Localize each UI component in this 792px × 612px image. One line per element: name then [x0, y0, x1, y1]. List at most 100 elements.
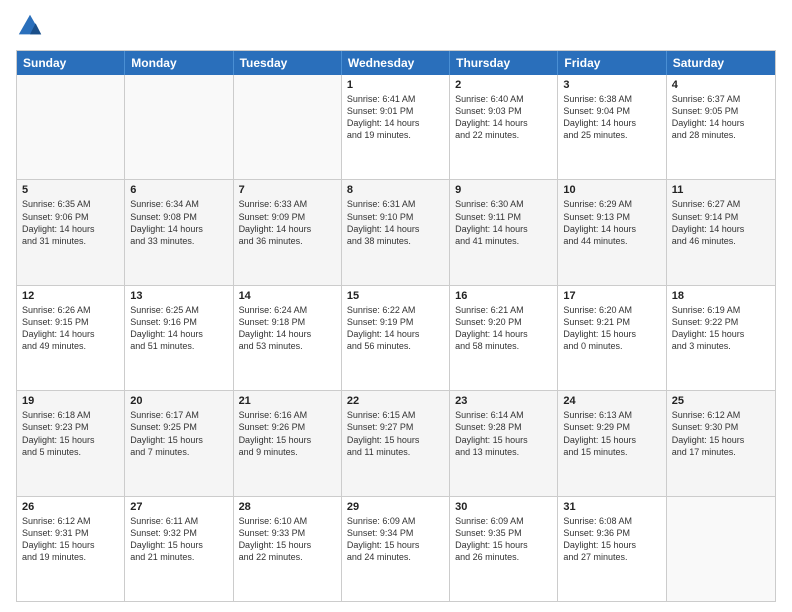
calendar-cell: 31 Sunrise: 6:08 AM Sunset: 9:36 PM Dayli…	[558, 497, 666, 601]
day-number: 18	[672, 290, 770, 302]
calendar-cell: 28Sunrise: 6:10 AM Sunset: 9:33 PM Dayli…	[234, 497, 342, 601]
calendar-cell	[17, 75, 125, 179]
day-info: Sunrise: 6:17 AM Sunset: 9:25 PM Dayligh…	[130, 409, 227, 458]
day-number: 12	[22, 290, 119, 302]
day-info: Sunrise: 6:31 AM Sunset: 9:10 PM Dayligh…	[347, 198, 444, 247]
day-info: Sunrise: 6:26 AM Sunset: 9:15 PM Dayligh…	[22, 304, 119, 353]
calendar-row: 19 Sunrise: 6:18 AM Sunset: 9:23 PM Dayli…	[17, 390, 775, 495]
page: SundayMondayTuesdayWednesdayThursdayFrid…	[0, 0, 792, 612]
calendar-row: 12 Sunrise: 6:26 AM Sunset: 9:15 PM Dayli…	[17, 285, 775, 390]
day-number: 1	[347, 79, 444, 91]
calendar-cell: 23 Sunrise: 6:14 AM Sunset: 9:28 PM Dayli…	[450, 391, 558, 495]
day-info: Sunrise: 6:11 AM Sunset: 9:32 PM Dayligh…	[130, 515, 227, 564]
day-number: 2	[455, 79, 552, 91]
day-info: Sunrise: 6:38 AM Sunset: 9:04 PM Dayligh…	[563, 93, 660, 142]
day-info: Sunrise: 6:27 AM Sunset: 9:14 PM Dayligh…	[672, 198, 770, 247]
day-info: Sunrise: 6:41 AM Sunset: 9:01 PM Dayligh…	[347, 93, 444, 142]
day-number: 25	[672, 395, 770, 407]
calendar-cell: 6Sunrise: 6:34 AM Sunset: 9:08 PM Daylig…	[125, 180, 233, 284]
day-number: 15	[347, 290, 444, 302]
calendar-row: 5 Sunrise: 6:35 AM Sunset: 9:06 PM Daylig…	[17, 179, 775, 284]
day-number: 5	[22, 184, 119, 196]
day-number: 27	[130, 501, 227, 513]
day-info: Sunrise: 6:20 AM Sunset: 9:21 PM Dayligh…	[563, 304, 660, 353]
calendar-cell: 21 Sunrise: 6:16 AM Sunset: 9:26 PM Dayli…	[234, 391, 342, 495]
calendar-cell: 29 Sunrise: 6:09 AM Sunset: 9:34 PM Dayli…	[342, 497, 450, 601]
day-number: 11	[672, 184, 770, 196]
day-number: 10	[563, 184, 660, 196]
calendar-cell	[667, 497, 775, 601]
calendar-cell: 22 Sunrise: 6:15 AM Sunset: 9:27 PM Dayli…	[342, 391, 450, 495]
day-info: Sunrise: 6:18 AM Sunset: 9:23 PM Dayligh…	[22, 409, 119, 458]
day-number: 14	[239, 290, 336, 302]
calendar-cell: 24 Sunrise: 6:13 AM Sunset: 9:29 PM Dayli…	[558, 391, 666, 495]
day-info: Sunrise: 6:14 AM Sunset: 9:28 PM Dayligh…	[455, 409, 552, 458]
day-number: 19	[22, 395, 119, 407]
weekday-header: Monday	[125, 51, 233, 75]
day-info: Sunrise: 6:35 AM Sunset: 9:06 PM Dayligh…	[22, 198, 119, 247]
day-number: 24	[563, 395, 660, 407]
calendar-cell: 15 Sunrise: 6:22 AM Sunset: 9:19 PM Dayli…	[342, 286, 450, 390]
day-number: 3	[563, 79, 660, 91]
day-info: Sunrise: 6:19 AM Sunset: 9:22 PM Dayligh…	[672, 304, 770, 353]
day-number: 28	[239, 501, 336, 513]
day-number: 23	[455, 395, 552, 407]
calendar-cell: 7 Sunrise: 6:33 AM Sunset: 9:09 PM Daylig…	[234, 180, 342, 284]
logo	[16, 12, 48, 40]
calendar-cell: 30 Sunrise: 6:09 AM Sunset: 9:35 PM Dayli…	[450, 497, 558, 601]
day-number: 21	[239, 395, 336, 407]
day-info: Sunrise: 6:25 AM Sunset: 9:16 PM Dayligh…	[130, 304, 227, 353]
calendar-cell: 16Sunrise: 6:21 AM Sunset: 9:20 PM Dayli…	[450, 286, 558, 390]
day-info: Sunrise: 6:09 AM Sunset: 9:35 PM Dayligh…	[455, 515, 552, 564]
day-number: 26	[22, 501, 119, 513]
day-info: Sunrise: 6:33 AM Sunset: 9:09 PM Dayligh…	[239, 198, 336, 247]
day-number: 31	[563, 501, 660, 513]
calendar-cell: 27 Sunrise: 6:11 AM Sunset: 9:32 PM Dayli…	[125, 497, 233, 601]
calendar-cell: 2Sunrise: 6:40 AM Sunset: 9:03 PM Daylig…	[450, 75, 558, 179]
calendar-cell: 25 Sunrise: 6:12 AM Sunset: 9:30 PM Dayli…	[667, 391, 775, 495]
calendar-cell: 17 Sunrise: 6:20 AM Sunset: 9:21 PM Dayli…	[558, 286, 666, 390]
day-number: 8	[347, 184, 444, 196]
day-number: 22	[347, 395, 444, 407]
calendar: SundayMondayTuesdayWednesdayThursdayFrid…	[16, 50, 776, 602]
calendar-cell: 26 Sunrise: 6:12 AM Sunset: 9:31 PM Dayli…	[17, 497, 125, 601]
day-number: 17	[563, 290, 660, 302]
day-info: Sunrise: 6:13 AM Sunset: 9:29 PM Dayligh…	[563, 409, 660, 458]
day-info: Sunrise: 6:24 AM Sunset: 9:18 PM Dayligh…	[239, 304, 336, 353]
day-number: 20	[130, 395, 227, 407]
day-number: 29	[347, 501, 444, 513]
calendar-cell: 20 Sunrise: 6:17 AM Sunset: 9:25 PM Dayli…	[125, 391, 233, 495]
day-info: Sunrise: 6:12 AM Sunset: 9:30 PM Dayligh…	[672, 409, 770, 458]
day-number: 7	[239, 184, 336, 196]
calendar-body: 1 Sunrise: 6:41 AM Sunset: 9:01 PM Daylig…	[17, 75, 775, 601]
calendar-cell: 10Sunrise: 6:29 AM Sunset: 9:13 PM Dayli…	[558, 180, 666, 284]
calendar-cell: 12 Sunrise: 6:26 AM Sunset: 9:15 PM Dayli…	[17, 286, 125, 390]
calendar-cell: 19 Sunrise: 6:18 AM Sunset: 9:23 PM Dayli…	[17, 391, 125, 495]
day-number: 16	[455, 290, 552, 302]
weekday-header: Friday	[558, 51, 666, 75]
calendar-row: 26 Sunrise: 6:12 AM Sunset: 9:31 PM Dayli…	[17, 496, 775, 601]
calendar-cell: 9Sunrise: 6:30 AM Sunset: 9:11 PM Daylig…	[450, 180, 558, 284]
calendar-cell: 11 Sunrise: 6:27 AM Sunset: 9:14 PM Dayli…	[667, 180, 775, 284]
day-info: Sunrise: 6:15 AM Sunset: 9:27 PM Dayligh…	[347, 409, 444, 458]
day-info: Sunrise: 6:12 AM Sunset: 9:31 PM Dayligh…	[22, 515, 119, 564]
day-number: 13	[130, 290, 227, 302]
weekday-header: Sunday	[17, 51, 125, 75]
calendar-cell: 1 Sunrise: 6:41 AM Sunset: 9:01 PM Daylig…	[342, 75, 450, 179]
calendar-header: SundayMondayTuesdayWednesdayThursdayFrid…	[17, 51, 775, 75]
weekday-header: Wednesday	[342, 51, 450, 75]
day-info: Sunrise: 6:22 AM Sunset: 9:19 PM Dayligh…	[347, 304, 444, 353]
calendar-cell: 18 Sunrise: 6:19 AM Sunset: 9:22 PM Dayli…	[667, 286, 775, 390]
calendar-cell	[234, 75, 342, 179]
day-info: Sunrise: 6:09 AM Sunset: 9:34 PM Dayligh…	[347, 515, 444, 564]
calendar-cell	[125, 75, 233, 179]
weekday-header: Tuesday	[234, 51, 342, 75]
day-number: 30	[455, 501, 552, 513]
day-info: Sunrise: 6:34 AM Sunset: 9:08 PM Dayligh…	[130, 198, 227, 247]
weekday-header: Thursday	[450, 51, 558, 75]
calendar-cell: 13 Sunrise: 6:25 AM Sunset: 9:16 PM Dayli…	[125, 286, 233, 390]
day-info: Sunrise: 6:08 AM Sunset: 9:36 PM Dayligh…	[563, 515, 660, 564]
calendar-cell: 14 Sunrise: 6:24 AM Sunset: 9:18 PM Dayli…	[234, 286, 342, 390]
calendar-cell: 5 Sunrise: 6:35 AM Sunset: 9:06 PM Daylig…	[17, 180, 125, 284]
day-info: Sunrise: 6:16 AM Sunset: 9:26 PM Dayligh…	[239, 409, 336, 458]
